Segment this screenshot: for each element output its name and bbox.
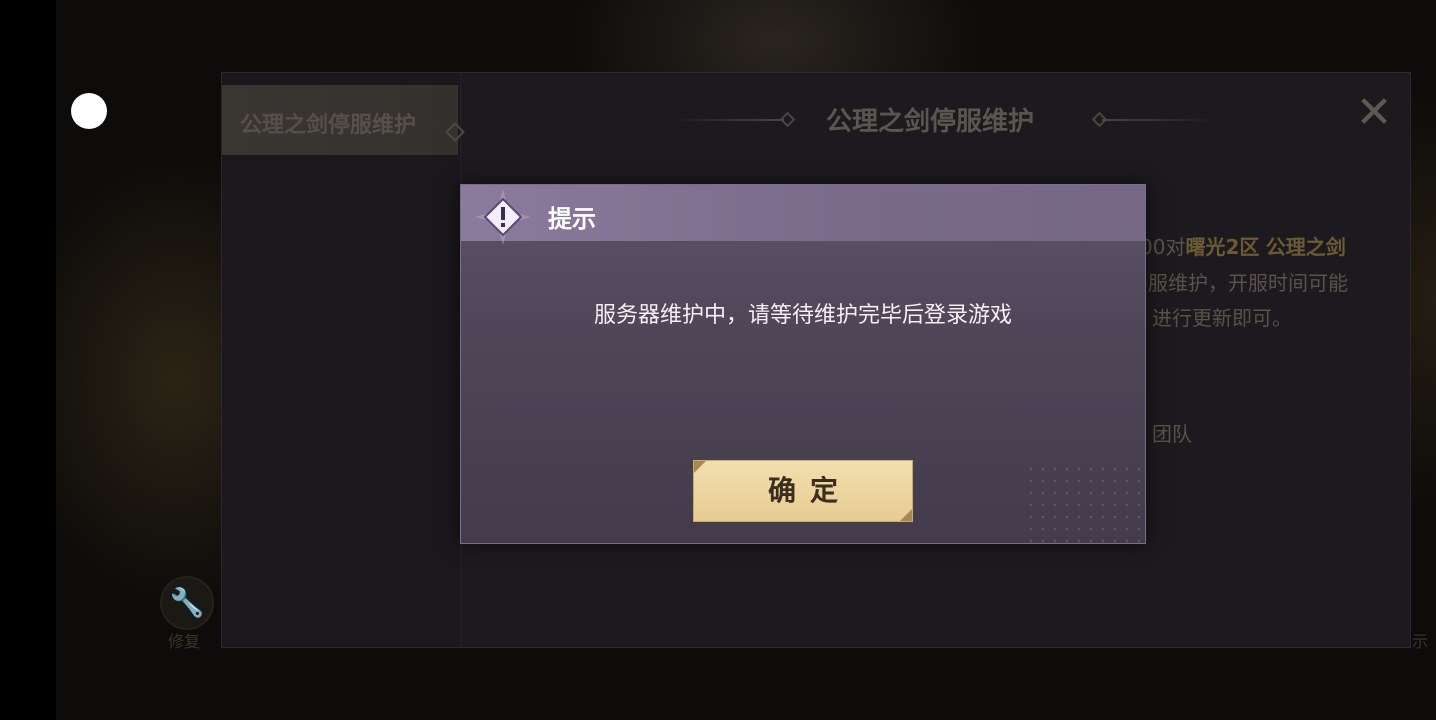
confirm-button[interactable]: 确定 [693,460,913,522]
diamond-icon [779,111,796,128]
diamond-icon [445,122,465,142]
right-edge-label: 示 [1412,632,1429,651]
wrench-icon[interactable]: 🔧 [160,576,214,630]
floating-assist-dot[interactable] [71,93,107,129]
announcement-title: 公理之剑停服维护 [826,107,1035,137]
left-black-bar [0,0,56,720]
title-divider-right [1102,119,1214,121]
sidebar-item-label: 公理之剑停服维护 [240,113,417,138]
announcement-line-3: 进行更新即可。 [1152,306,1292,330]
dialog-message: 服务器维护中，请等待维护完毕后登录游戏 [593,303,1012,328]
announcement-sidebar: 公理之剑停服维护 [222,73,465,647]
dialog-title: 提示 [548,205,596,233]
warning-icon [475,189,531,245]
announcement-line-2: 服维护，开服时间可能 [1148,271,1348,295]
announcement-line-1: 00对曙光2区 公理之剑 [1140,231,1346,260]
button-corner [694,461,706,473]
button-corner [900,509,912,521]
close-icon[interactable]: ✕ [1354,91,1394,135]
decorative-dots [1025,463,1145,543]
repair-label: 修复 [168,632,201,651]
highlight-text: 曙光2区 [1185,235,1260,259]
announcement-line-4: 团队 [1152,422,1192,446]
game-screen: 🔧 修复 示 公理之剑停服维护 公理之剑停服维护 ✕ 00对曙光2区 公理之剑 … [0,0,1436,720]
title-divider-left [672,119,784,121]
sidebar-item-maintenance[interactable]: 公理之剑停服维护 [222,85,465,155]
highlight-text: 公理之剑 [1265,235,1346,259]
line-text: 00对 [1140,235,1186,259]
notice-dialog: 提示 服务器维护中，请等待维护完毕后登录游戏 确定 [460,184,1146,544]
confirm-button-label: 确定 [767,474,852,507]
